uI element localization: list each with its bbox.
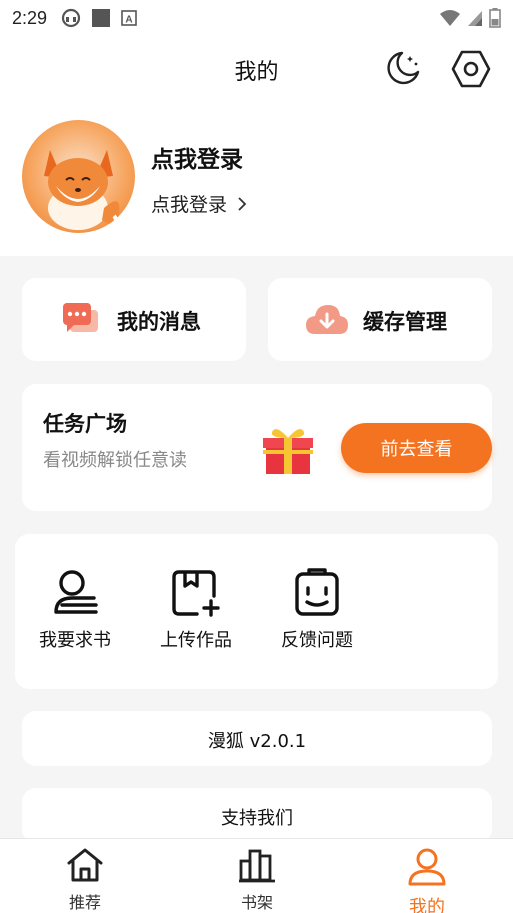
tools-card: 我要求书 上传作品 反馈问题 [15, 534, 498, 689]
status-time: 2:29 [12, 7, 48, 28]
message-icon [63, 303, 98, 332]
feedback-icon [295, 568, 339, 616]
login-title[interactable]: 点我登录 [151, 140, 243, 174]
request-book-icon [54, 570, 98, 614]
settings-icon[interactable] [450, 48, 492, 90]
avatar[interactable] [22, 120, 135, 233]
tab-bookshelf[interactable]: 书架 [197, 847, 317, 913]
request-book-label: 我要求书 [39, 630, 111, 651]
tab-recommend[interactable]: 推荐 [25, 847, 145, 913]
bookshelf-icon [239, 849, 275, 883]
tab-mine-label: 我的 [409, 897, 445, 913]
login-link-label: 点我登录 [151, 194, 228, 216]
user-icon [408, 848, 446, 886]
cloud-download-icon [306, 305, 348, 334]
feedback-button[interactable]: 反馈问题 [262, 568, 372, 652]
fox-avatar-icon [44, 150, 120, 230]
cache-management-button[interactable]: 缓存管理 [268, 278, 492, 361]
tab-recommend-label: 推荐 [68, 893, 101, 912]
profile-section: 点我登录 点我登录 [0, 100, 513, 256]
task-subtitle: 看视频解锁任意读 [43, 450, 187, 471]
square-status-icon [92, 9, 111, 27]
login-link[interactable]: 点我登录 [151, 190, 249, 217]
chevron-right-icon [238, 196, 247, 211]
night-mode-icon[interactable] [382, 48, 422, 88]
battery-icon [489, 8, 501, 28]
gift-icon [263, 429, 313, 474]
request-book-button[interactable]: 我要求书 [20, 568, 130, 652]
upload-work-icon [172, 570, 220, 617]
cache-management-label: 缓存管理 [363, 310, 447, 334]
my-messages-button[interactable]: 我的消息 [22, 278, 246, 361]
go-view-button[interactable]: 前去查看 [341, 423, 492, 473]
my-messages-label: 我的消息 [117, 310, 201, 334]
feedback-label: 反馈问题 [281, 630, 353, 651]
wifi-icon [440, 10, 460, 26]
signal-icon [468, 11, 482, 26]
svg-text:A: A [125, 15, 132, 26]
tab-mine[interactable]: 我的 [367, 847, 487, 913]
home-icon [67, 848, 103, 882]
task-card: 任务广场 看视频解锁任意读 前去查看 [22, 384, 492, 511]
tab-bookshelf-label: 书架 [240, 893, 273, 912]
top-bar: 我的 [0, 36, 513, 100]
headset-status-icon [61, 8, 81, 28]
bottom-tab-bar: 推荐 书架 我的 [0, 838, 513, 913]
task-title: 任务广场 [43, 412, 127, 436]
a-status-icon: A [121, 10, 137, 26]
version-label: 漫狐 v2.0.1 [207, 731, 307, 752]
support-us-row[interactable]: 支持我们 [22, 788, 492, 843]
status-bar: 2:29 A [0, 0, 513, 36]
support-us-label: 支持我们 [221, 808, 293, 829]
version-row[interactable]: 漫狐 v2.0.1 [22, 711, 492, 766]
upload-work-label: 上传作品 [160, 630, 232, 651]
page-title: 我的 [234, 60, 279, 85]
upload-work-button[interactable]: 上传作品 [141, 568, 251, 652]
